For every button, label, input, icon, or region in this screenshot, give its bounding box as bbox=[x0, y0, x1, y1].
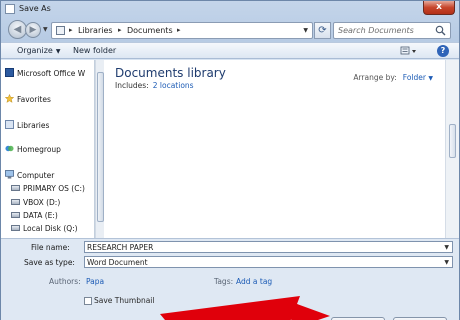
locations-link[interactable]: 2 locations bbox=[153, 81, 194, 90]
tags-input[interactable]: Add a tag bbox=[236, 277, 272, 286]
authors-value[interactable]: Papa bbox=[86, 277, 104, 286]
search-placeholder: Search Documents bbox=[338, 26, 414, 35]
content-scrollbar[interactable] bbox=[445, 60, 459, 238]
organize-button[interactable]: Organize ▼ bbox=[17, 46, 60, 55]
sidebar-item-drive-c[interactable]: PRIMARY OS (C:) bbox=[11, 184, 85, 193]
window-title: Save As bbox=[19, 4, 51, 13]
breadcrumb-separator-icon[interactable]: ▸ bbox=[177, 26, 181, 34]
arrange-by-dropdown[interactable]: Folder ▼ bbox=[403, 73, 433, 82]
back-arrow-icon: ◀ bbox=[13, 24, 22, 35]
document-icon bbox=[5, 4, 15, 14]
sidebar-item-label: PRIMARY OS (C:) bbox=[23, 184, 85, 193]
close-icon: x bbox=[436, 2, 442, 12]
save-thumbnail-checkbox[interactable] bbox=[84, 297, 92, 305]
search-input[interactable]: Search Documents bbox=[333, 22, 451, 39]
sidebar-item-drive-d[interactable]: VBOX (D:) bbox=[11, 198, 60, 207]
navigation-scrollbar[interactable] bbox=[95, 60, 104, 238]
library-icon bbox=[56, 26, 65, 35]
file-name-input[interactable]: RESEARCH PAPER ▼ bbox=[84, 241, 453, 253]
search-icon[interactable] bbox=[435, 25, 446, 36]
sidebar-item-label: Microsoft Office W bbox=[17, 69, 86, 78]
authors-label: Authors: bbox=[49, 277, 81, 286]
homegroup-icon bbox=[5, 144, 14, 153]
library-includes: Includes: 2 locations bbox=[115, 81, 194, 90]
sidebar-item-homegroup[interactable]: Homegroup bbox=[5, 144, 61, 154]
includes-label: Includes: bbox=[115, 81, 149, 90]
breadcrumb-documents[interactable]: Documents bbox=[127, 26, 173, 35]
file-name-value: RESEARCH PAPER bbox=[87, 243, 154, 252]
save-type-label: Save as type: bbox=[24, 258, 75, 267]
chevron-down-icon[interactable]: ▼ bbox=[303, 27, 308, 34]
word-icon bbox=[5, 68, 14, 77]
close-button[interactable]: x bbox=[423, 1, 455, 15]
scrollbar-thumb[interactable] bbox=[97, 72, 104, 222]
sidebar-item-libraries[interactable]: Libraries bbox=[5, 120, 49, 130]
library-title: Documents library bbox=[115, 66, 226, 80]
sidebar-item-microsoft-office[interactable]: Microsoft Office W bbox=[5, 68, 85, 78]
tags-label: Tags: bbox=[214, 277, 234, 286]
sidebar-item-computer[interactable]: Computer bbox=[5, 170, 54, 180]
file-list-pane[interactable]: Documents library Includes: 2 locations A… bbox=[104, 60, 445, 238]
library-icon bbox=[5, 120, 14, 129]
title-bar: Save As x bbox=[1, 1, 459, 17]
scrollbar-thumb[interactable] bbox=[449, 124, 456, 158]
change-view-button[interactable] bbox=[400, 46, 418, 58]
view-icon bbox=[400, 46, 416, 55]
breadcrumb-separator-icon[interactable]: ▸ bbox=[118, 26, 122, 34]
recent-pages-dropdown[interactable]: ▼ bbox=[43, 26, 48, 33]
drive-icon bbox=[11, 225, 20, 231]
sidebar-item-label: Local Disk (Q:) bbox=[23, 224, 78, 233]
save-form: File name: RESEARCH PAPER ▼ Save as type… bbox=[1, 238, 459, 320]
chevron-down-icon: ▼ bbox=[428, 75, 433, 82]
command-bar: Organize ▼ New folder ? bbox=[1, 42, 459, 59]
computer-icon bbox=[5, 170, 14, 179]
file-name-label: File name: bbox=[31, 243, 70, 252]
sidebar-item-drive-q[interactable]: Local Disk (Q:) bbox=[11, 224, 78, 233]
drive-icon bbox=[11, 212, 20, 218]
navigation-bar: ◀ ▶ ▼ ▸ Libraries ▸ Documents ▸ ▼ ⟳ Sear… bbox=[1, 18, 459, 42]
star-icon bbox=[4, 93, 15, 103]
sidebar-item-drive-e[interactable]: DATA (E:) bbox=[11, 211, 58, 220]
save-type-value: Word Document bbox=[87, 258, 148, 267]
arrange-by: Arrange by: Folder ▼ bbox=[353, 73, 433, 82]
sidebar-item-label: Libraries bbox=[17, 121, 50, 130]
refresh-icon: ⟳ bbox=[318, 25, 327, 36]
help-button[interactable]: ? bbox=[437, 45, 449, 57]
organize-label: Organize bbox=[17, 46, 53, 55]
save-type-select[interactable]: Word Document ▼ bbox=[84, 256, 453, 268]
sidebar-item-label: Homegroup bbox=[17, 145, 61, 154]
chevron-down-icon[interactable]: ▼ bbox=[444, 257, 449, 268]
sidebar-item-label: Favorites bbox=[17, 95, 51, 104]
sidebar-item-label: Computer bbox=[17, 171, 55, 180]
forward-arrow-icon: ▶ bbox=[29, 25, 37, 35]
sidebar-item-label: VBOX (D:) bbox=[23, 198, 61, 207]
help-icon: ? bbox=[440, 46, 446, 55]
new-folder-button[interactable]: New folder bbox=[73, 46, 116, 55]
save-thumbnail-label: Save Thumbnail bbox=[94, 296, 155, 305]
arrange-label: Arrange by: bbox=[353, 73, 397, 82]
forward-button[interactable]: ▶ bbox=[25, 22, 41, 38]
navigation-pane: Microsoft Office W Favorites Libraries H… bbox=[1, 60, 95, 238]
refresh-button[interactable]: ⟳ bbox=[314, 22, 331, 39]
drive-icon bbox=[11, 185, 20, 191]
address-bar[interactable]: ▸ Libraries ▸ Documents ▸ ▼ bbox=[51, 22, 313, 39]
sidebar-item-label: DATA (E:) bbox=[23, 211, 58, 220]
arrange-value: Folder bbox=[402, 73, 426, 82]
chevron-down-icon[interactable]: ▼ bbox=[444, 242, 449, 253]
drive-icon bbox=[11, 199, 20, 205]
chevron-down-icon: ▼ bbox=[55, 48, 61, 55]
sidebar-item-favorites[interactable]: Favorites bbox=[4, 93, 51, 104]
save-as-dialog: Save As x ◀ ▶ ▼ ▸ Libraries ▸ Documents … bbox=[0, 0, 460, 320]
breadcrumb-separator-icon[interactable]: ▸ bbox=[69, 26, 73, 34]
breadcrumb-libraries[interactable]: Libraries bbox=[78, 26, 113, 35]
